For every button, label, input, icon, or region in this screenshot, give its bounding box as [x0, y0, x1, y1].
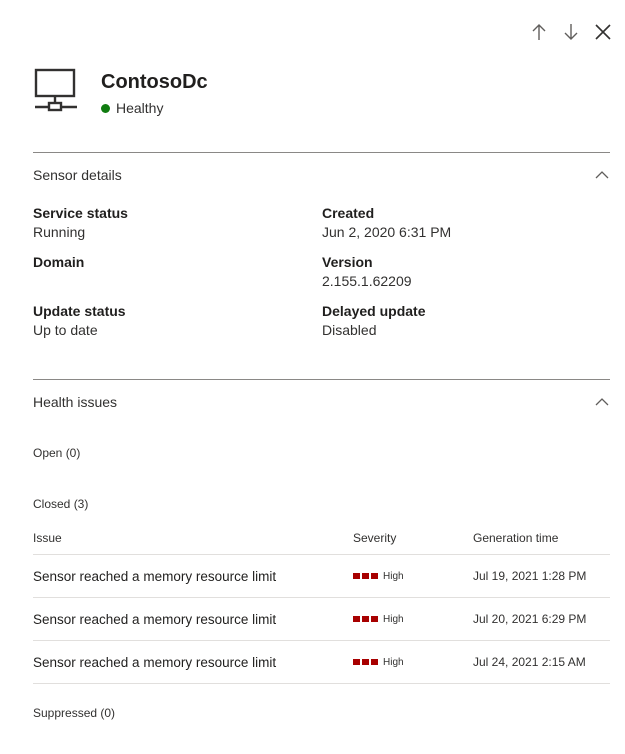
health-issues-header[interactable]: Health issues: [33, 392, 610, 412]
table-row[interactable]: Sensor reached a memory resource limit H…: [33, 555, 610, 598]
generation-time: Jul 20, 2021 6:29 PM: [473, 612, 587, 626]
chevron-up-icon[interactable]: [594, 394, 610, 410]
delayed-update-field: Delayed update Disabled: [322, 302, 425, 340]
severity-label: High: [383, 613, 404, 625]
issue-name: Sensor reached a memory resource limit: [33, 568, 277, 584]
health-issues-title: Health issues: [33, 394, 118, 410]
computer-network-icon: [34, 68, 77, 112]
severity-high-icon: [353, 659, 378, 665]
column-header-severity[interactable]: Severity: [353, 531, 473, 545]
update-status-label: Update status: [33, 303, 126, 319]
issue-name: Sensor reached a memory resource limit: [33, 654, 277, 670]
sensor-details-title: Sensor details: [33, 167, 122, 183]
version-value: 2.155.1.62209: [322, 273, 412, 289]
close-button[interactable]: [591, 18, 615, 46]
created-label: Created: [322, 205, 375, 221]
service-status-value: Running: [33, 224, 86, 240]
close-icon: [595, 24, 611, 40]
closed-issues-table: Issue Severity Generation time Sensor re…: [33, 522, 610, 684]
entity-header: ContosoDc Healthy: [33, 64, 208, 118]
generation-time: Jul 24, 2021 2:15 AM: [473, 655, 586, 669]
update-status-field: Update status Up to date: [33, 302, 126, 340]
divider: [33, 152, 610, 153]
severity-label: High: [383, 570, 404, 582]
severity-cell: High: [353, 614, 473, 625]
severity-label: High: [383, 656, 404, 668]
domain-label: Domain: [33, 254, 85, 270]
column-header-generation-time[interactable]: Generation time: [473, 531, 610, 545]
version-field: Version 2.155.1.62209: [322, 253, 412, 291]
arrow-down-icon: [564, 24, 578, 40]
suppressed-issues-group[interactable]: Suppressed (0): [33, 706, 115, 720]
divider: [33, 379, 610, 380]
previous-item-button[interactable]: [527, 18, 551, 46]
closed-issues-group[interactable]: Closed (3): [33, 497, 88, 511]
issue-name: Sensor reached a memory resource limit: [33, 611, 277, 627]
health-status: Healthy: [101, 100, 208, 116]
status-dot-icon: [101, 103, 110, 113]
created-field: Created Jun 2, 2020 6:31 PM: [322, 204, 451, 242]
health-status-label: Healthy: [116, 100, 164, 116]
table-row[interactable]: Sensor reached a memory resource limit H…: [33, 598, 610, 641]
column-header-issue[interactable]: Issue: [33, 531, 353, 545]
open-issues-group[interactable]: Open (0): [33, 446, 80, 460]
chevron-up-icon[interactable]: [594, 167, 610, 183]
generation-time: Jul 19, 2021 1:28 PM: [473, 569, 587, 583]
delayed-update-label: Delayed update: [322, 303, 426, 319]
arrow-up-icon: [532, 24, 546, 40]
delayed-update-value: Disabled: [322, 322, 377, 338]
table-header: Issue Severity Generation time: [33, 522, 610, 555]
sensor-details-header[interactable]: Sensor details: [33, 165, 610, 185]
next-item-button[interactable]: [559, 18, 583, 46]
panel-navigation: [527, 18, 615, 46]
severity-cell: High: [353, 571, 473, 582]
severity-cell: High: [353, 657, 473, 668]
service-status-field: Service status Running: [33, 204, 128, 242]
severity-high-icon: [353, 573, 378, 579]
version-label: Version: [322, 254, 373, 270]
service-status-label: Service status: [33, 205, 128, 221]
update-status-value: Up to date: [33, 322, 98, 338]
page-title: ContosoDc: [101, 71, 208, 93]
table-row[interactable]: Sensor reached a memory resource limit H…: [33, 641, 610, 684]
created-value: Jun 2, 2020 6:31 PM: [322, 224, 452, 240]
domain-field: Domain: [33, 253, 84, 272]
severity-high-icon: [353, 616, 378, 622]
